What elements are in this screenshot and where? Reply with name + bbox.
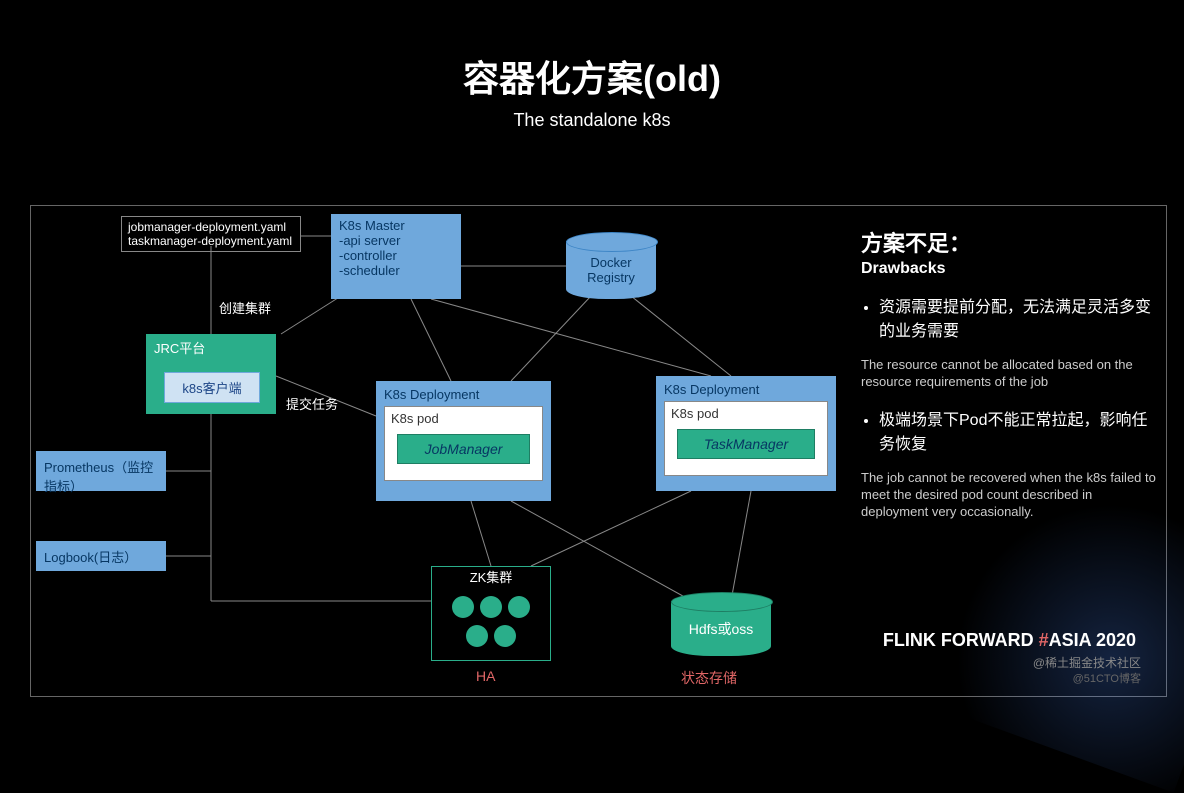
jrc-platform-box: JRC平台 k8s客户端	[146, 334, 276, 414]
k8s-master-scheduler: -scheduler	[339, 263, 453, 278]
watermark-juejin: @稀土掘金技术社区	[1033, 654, 1141, 671]
docker-label-1: Docker	[590, 255, 631, 270]
zk-nodes	[432, 594, 550, 652]
event-footer: FLINK FORWARD #ASIA 2020	[883, 630, 1136, 651]
jobmanager-box: JobManager	[397, 434, 530, 464]
dep1-header: K8s Deployment	[384, 387, 543, 402]
deployment-taskmanager: K8s Deployment K8s pod TaskManager	[656, 376, 836, 491]
footer-hash: #	[1039, 630, 1049, 650]
drawback-2-en: The job cannot be recovered when the k8s…	[861, 470, 1161, 521]
hdfs-cylinder: Hdfs或oss	[671, 601, 771, 656]
drawbacks-panel: 方案不足： Drawbacks 资源需要提前分配，无法满足灵活多变的业务需要 T…	[861, 226, 1161, 520]
k8s-client-box: k8s客户端	[164, 372, 260, 403]
slide-subtitle: The standalone k8s	[0, 110, 1184, 131]
dep2-header: K8s Deployment	[664, 382, 828, 397]
logbook-box: Logbook(日志）	[36, 541, 166, 571]
watermark-51cto: @51CTO博客	[1073, 670, 1141, 686]
slide-title: 容器化方案(old)	[0, 50, 1184, 102]
label-state-storage: 状态存储	[681, 668, 737, 688]
zk-cluster-box: ZK集群	[431, 566, 551, 661]
drawback-1-en: The resource cannot be allocated based o…	[861, 357, 1161, 391]
k8s-master-header: K8s Master	[339, 218, 453, 233]
dep2-pod: K8s pod TaskManager	[664, 401, 828, 476]
k8s-master-box: K8s Master -api server -controller -sche…	[331, 214, 461, 299]
label-submit-task: 提交任务	[286, 394, 338, 413]
dep1-pod: K8s pod JobManager	[384, 406, 543, 481]
dep1-pod-label: K8s pod	[391, 411, 536, 426]
label-ha: HA	[476, 668, 495, 684]
jrc-header: JRC平台	[154, 338, 268, 357]
footer-p2: ASIA 2020	[1049, 630, 1136, 650]
drawbacks-heading-en: Drawbacks	[861, 260, 1161, 278]
prometheus-box: Prometheus（监控指标）	[36, 451, 166, 491]
footer-p1: FLINK FORWARD	[883, 630, 1034, 650]
deployment-jobmanager: K8s Deployment K8s pod JobManager	[376, 381, 551, 501]
docker-label-2: Registry	[587, 270, 635, 285]
yaml-files-box: jobmanager-deployment.yaml taskmanager-d…	[121, 216, 301, 252]
diagram-canvas: jobmanager-deployment.yaml taskmanager-d…	[30, 205, 1167, 697]
hdfs-label: Hdfs或oss	[689, 619, 754, 639]
dep2-pod-label: K8s pod	[671, 406, 821, 421]
label-create-cluster: 创建集群	[219, 298, 271, 317]
taskmanager-box: TaskManager	[677, 429, 815, 459]
drawback-2-cn: 极端场景下Pod不能正常拉起，影响任务恢复	[879, 406, 1161, 454]
yaml-line-2: taskmanager-deployment.yaml	[128, 234, 294, 248]
drawback-1-cn: 资源需要提前分配，无法满足灵活多变的业务需要	[879, 293, 1161, 341]
drawbacks-heading-cn: 方案不足：	[861, 226, 1161, 258]
docker-registry-cylinder: Docker Registry	[566, 241, 656, 299]
k8s-master-controller: -controller	[339, 248, 453, 263]
zk-label: ZK集群	[432, 567, 550, 586]
yaml-line-1: jobmanager-deployment.yaml	[128, 220, 294, 234]
k8s-master-api: -api server	[339, 233, 453, 248]
